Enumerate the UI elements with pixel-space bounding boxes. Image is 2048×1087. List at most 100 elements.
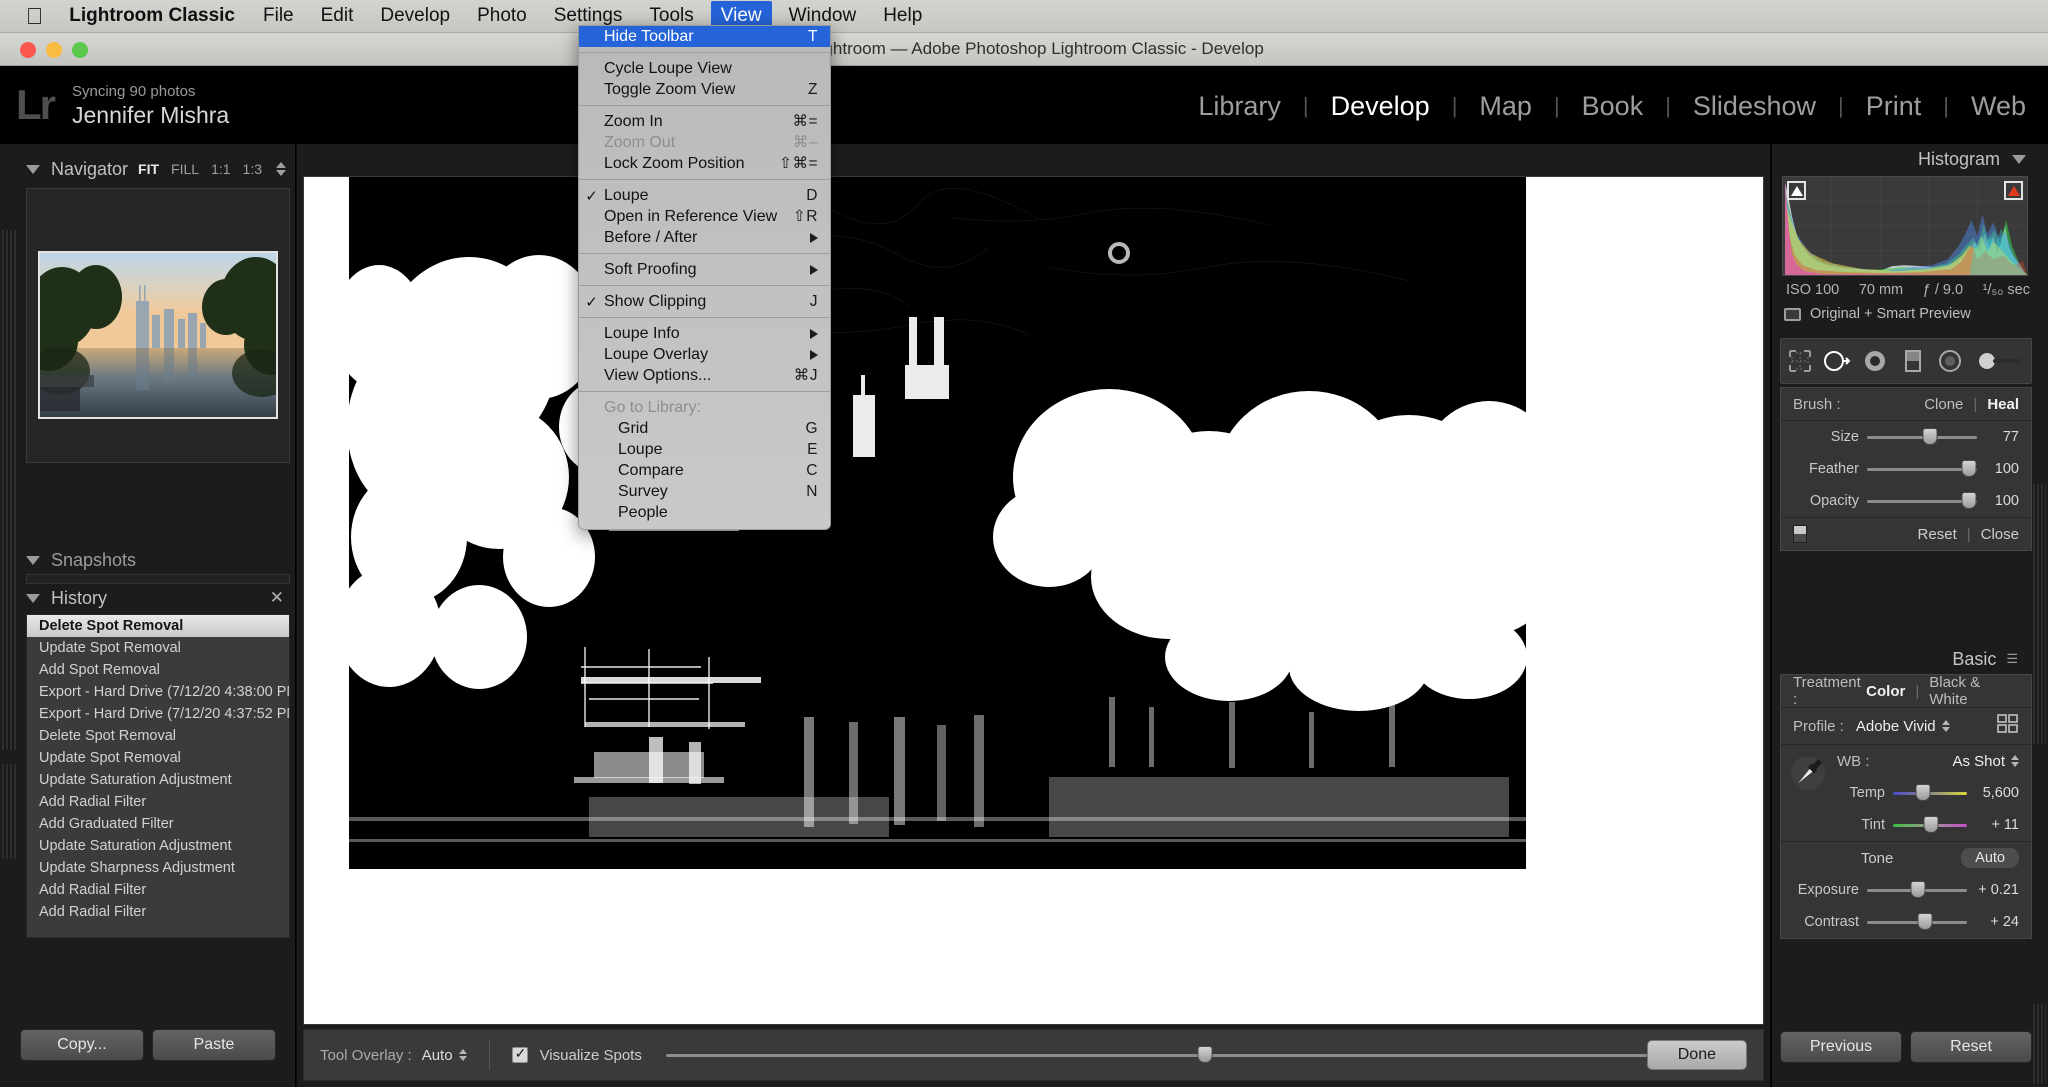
- menu-item-loupe[interactable]: ✓ Loupe D: [579, 185, 830, 206]
- profile-browser-icon[interactable]: [1997, 713, 2019, 739]
- menu-item-show-clipping[interactable]: ✓ Show Clipping J: [579, 291, 830, 312]
- menu-item-before-after[interactable]: Before / After: [579, 227, 830, 248]
- brush-heal-button[interactable]: Heal: [1987, 396, 2019, 413]
- menu-item-loupe[interactable]: Loupe E: [579, 439, 830, 460]
- reset-button[interactable]: Reset: [1910, 1031, 2032, 1063]
- menu-help[interactable]: Help: [883, 5, 922, 27]
- zoom-fill[interactable]: FILL: [171, 161, 199, 177]
- brush-mode-row[interactable]: Brush : Clone | Heal: [1781, 388, 2031, 420]
- history-item[interactable]: Add Graduated Filter: [27, 813, 289, 835]
- clear-history-button[interactable]: ✕: [270, 582, 284, 614]
- paste-button[interactable]: Paste: [152, 1029, 276, 1061]
- brush-size-slider[interactable]: [1867, 428, 1977, 445]
- brush-opacity-row[interactable]: Opacity 100: [1781, 485, 2031, 517]
- menu-settings[interactable]: Settings: [554, 5, 623, 27]
- radial-filter-icon[interactable]: [1935, 346, 1965, 376]
- adjustment-brush-icon[interactable]: [1973, 346, 2027, 376]
- previous-button[interactable]: Previous: [1780, 1031, 1902, 1063]
- lightroom-logo[interactable]: Lr: [16, 84, 56, 126]
- module-develop[interactable]: Develop: [1309, 91, 1452, 122]
- history-item[interactable]: Add Spot Removal: [27, 659, 289, 681]
- histogram-header[interactable]: Histogram: [1772, 144, 2048, 174]
- histogram-chart[interactable]: [1782, 176, 2028, 276]
- zoom-fit[interactable]: FIT: [138, 161, 159, 177]
- crop-overlay-icon[interactable]: [1785, 346, 1815, 376]
- develop-toolbar[interactable]: Tool Overlay : Auto Visualize Spots Done: [303, 1029, 1764, 1081]
- profile-stepper[interactable]: [1941, 720, 1950, 732]
- spot-visualization-image[interactable]: [349, 177, 1526, 869]
- brush-clone-button[interactable]: Clone: [1924, 396, 1963, 413]
- basic-panel-header[interactable]: Basic ☰: [1780, 644, 2032, 674]
- identity-plate[interactable]: Syncing 90 photos Jennifer Mishra: [72, 82, 229, 129]
- history-item[interactable]: Update Spot Removal: [27, 637, 289, 659]
- profile-row[interactable]: Profile : Adobe Vivid: [1781, 708, 2031, 744]
- wb-stepper[interactable]: [2011, 755, 2019, 767]
- history-item[interactable]: Update Spot Removal: [27, 747, 289, 769]
- tool-strip[interactable]: [1780, 338, 2032, 384]
- zoom-1-3[interactable]: 1:3: [243, 161, 262, 177]
- wb-value[interactable]: As Shot: [1952, 753, 2005, 770]
- navigator-zoom-options[interactable]: FIT FILL 1:1 1:3: [138, 161, 290, 177]
- history-item[interactable]: Export - Hard Drive (7/12/20 4:38:00 PM): [27, 681, 289, 703]
- brush-feather-row[interactable]: Feather 100: [1781, 453, 2031, 485]
- menu-item-hide-toolbar[interactable]: Hide Toolbar T: [579, 26, 830, 47]
- tool-overlay-value[interactable]: Auto: [422, 1047, 453, 1064]
- history-list[interactable]: Delete Spot Removal Update Spot Removal Ad…: [26, 614, 290, 938]
- module-print[interactable]: Print: [1844, 91, 1944, 122]
- menu-item-zoom-out[interactable]: Zoom Out ⌘–: [579, 132, 830, 153]
- module-picker[interactable]: Library | Develop | Map | Book | Slidesh…: [1176, 86, 2048, 126]
- exposure-slider[interactable]: [1867, 881, 1967, 898]
- visualize-spots-slider[interactable]: [665, 1046, 1647, 1063]
- visualize-spots-checkbox[interactable]: [511, 1045, 528, 1063]
- module-library[interactable]: Library: [1176, 91, 1303, 122]
- apple-icon[interactable]: : [26, 4, 43, 28]
- module-slideshow[interactable]: Slideshow: [1671, 91, 1838, 122]
- history-item[interactable]: Update Sharpness Adjustment: [27, 857, 289, 879]
- history-item[interactable]: Export - Hard Drive (7/12/20 4:37:52 PM): [27, 703, 289, 725]
- auto-tone-button[interactable]: Auto: [1961, 848, 2019, 868]
- history-item[interactable]: Add Radial Filter: [27, 901, 289, 923]
- history-header[interactable]: History ✕: [26, 582, 290, 614]
- chevron-down-icon[interactable]: [26, 593, 40, 603]
- contrast-slider[interactable]: [1867, 913, 1967, 930]
- left-panel-resize-grip-lower[interactable]: [2, 764, 16, 859]
- navigator-header[interactable]: Navigator FIT FILL 1:1 1:3: [26, 154, 290, 184]
- shadow-clipping-icon[interactable]: [1787, 181, 1806, 200]
- white-balance-eyedropper-icon[interactable]: [1789, 753, 1827, 798]
- menu-item-soft-proofing[interactable]: Soft Proofing: [579, 259, 830, 280]
- brush-feather-slider[interactable]: [1867, 460, 1977, 477]
- menu-item-toggle-zoom-view[interactable]: Toggle Zoom View Z: [579, 79, 830, 100]
- history-item[interactable]: Delete Spot Removal: [27, 615, 289, 637]
- menu-item-people[interactable]: People: [579, 502, 830, 523]
- menu-photo[interactable]: Photo: [477, 5, 527, 27]
- module-web[interactable]: Web: [1949, 91, 2048, 122]
- menu-item-lock-zoom-position[interactable]: Lock Zoom Position ⇧⌘=: [579, 153, 830, 174]
- contrast-row[interactable]: Contrast + 24: [1781, 906, 2031, 938]
- right-panel-resize-grip-lower[interactable]: [2033, 1004, 2046, 1084]
- tool-overlay-stepper[interactable]: [458, 1049, 467, 1061]
- brush-opacity-slider[interactable]: [1867, 492, 1977, 509]
- chevron-down-icon[interactable]: [26, 555, 40, 565]
- brush-close-button[interactable]: Close: [1981, 526, 2019, 543]
- maximize-window-button[interactable]: [72, 41, 88, 58]
- window-controls[interactable]: [12, 33, 88, 66]
- spot-removal-icon[interactable]: [1822, 346, 1852, 376]
- brush-footer-row[interactable]: Reset | Close: [1781, 518, 2031, 550]
- right-panel-buttons[interactable]: Previous Reset: [1780, 1031, 2032, 1063]
- menu-file[interactable]: File: [263, 5, 294, 27]
- brush-size-row[interactable]: Size 77: [1781, 421, 2031, 453]
- highlight-clipping-icon[interactable]: [2004, 181, 2023, 200]
- left-panel-resize-grip[interactable]: [2, 230, 16, 750]
- menu-item-survey[interactable]: Survey N: [579, 481, 830, 502]
- menu-item-loupe-info[interactable]: Loupe Info: [579, 323, 830, 344]
- right-panel-resize-grip[interactable]: [2033, 484, 2046, 744]
- module-book[interactable]: Book: [1560, 91, 1666, 122]
- menu-item-view-options[interactable]: View Options... ⌘J: [579, 365, 830, 386]
- snapshots-header[interactable]: Snapshots: [26, 544, 290, 576]
- menu-item-zoom-in[interactable]: Zoom In ⌘=: [579, 111, 830, 132]
- red-eye-icon[interactable]: [1860, 346, 1890, 376]
- treatment-color-button[interactable]: Color: [1866, 683, 1905, 700]
- profile-value[interactable]: Adobe Vivid: [1856, 718, 1936, 735]
- done-button[interactable]: Done: [1646, 1040, 1747, 1070]
- treatment-row[interactable]: Treatment : Color | Black & White: [1781, 674, 2031, 708]
